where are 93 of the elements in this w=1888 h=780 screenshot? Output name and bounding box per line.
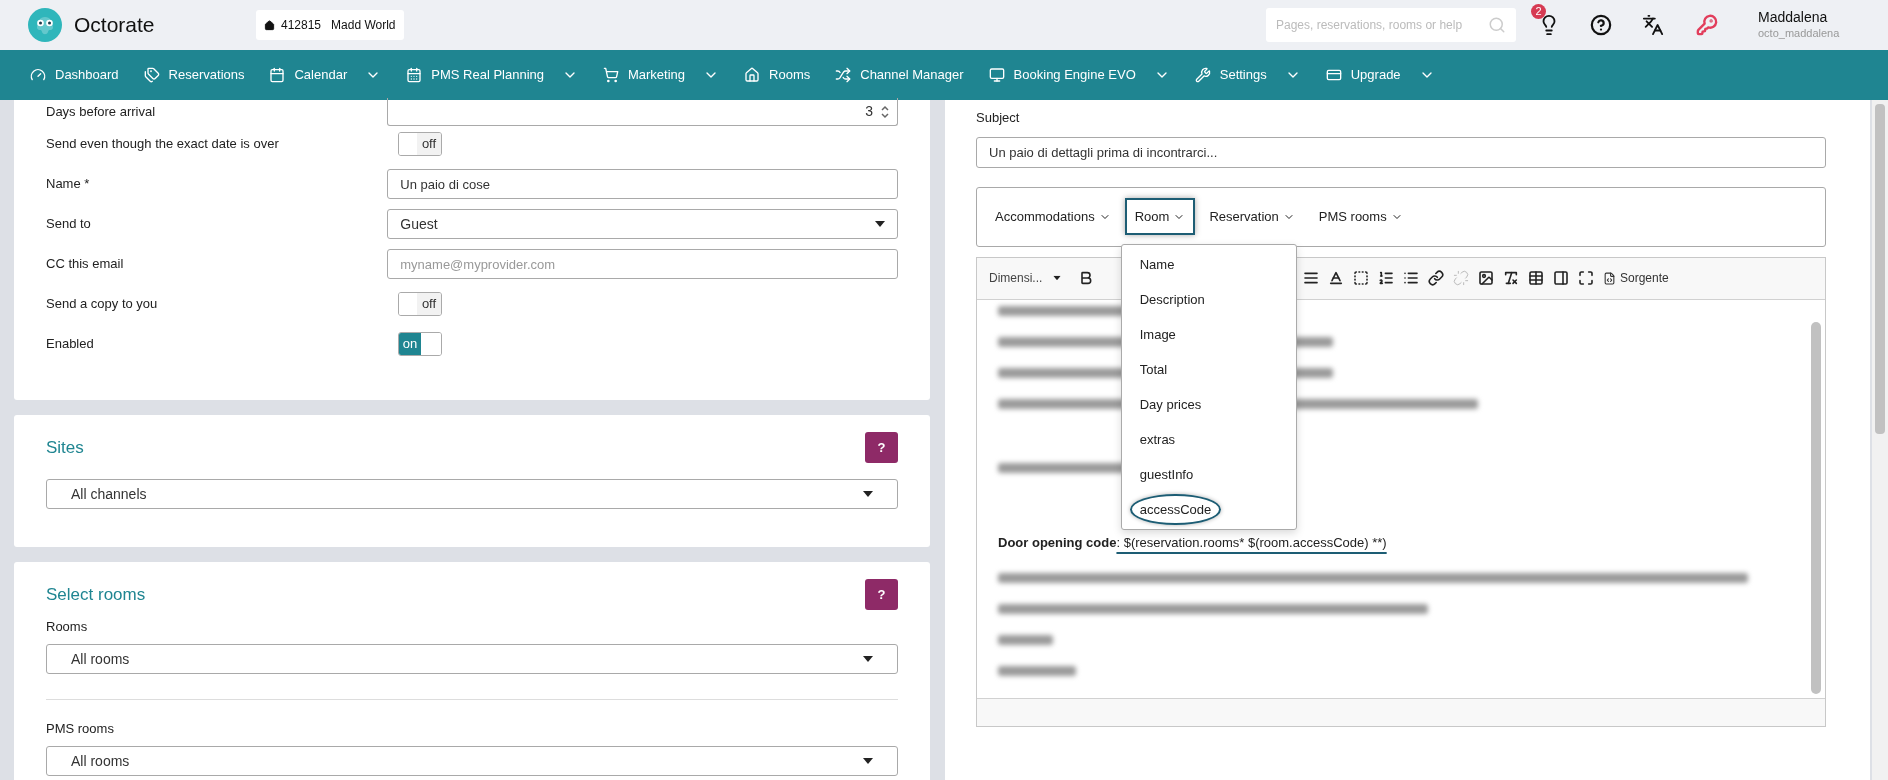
page-scrollbar[interactable] [1872,100,1888,780]
user-name[interactable]: Maddalena [1758,9,1868,27]
help-icon[interactable] [1590,14,1612,36]
gauge-icon [30,67,46,83]
subject-field[interactable]: Un paio di dettagli prima di incontrarci... [976,136,1826,168]
field-label: Enabled [46,335,95,354]
notification-badge: 2 [1531,4,1546,19]
numbered-list-icon[interactable] [1378,270,1394,286]
variable-dropdown[interactable]: Reservation [1199,198,1305,235]
menu-item[interactable]: Total [1129,353,1178,386]
cart-icon [603,67,619,83]
search-field[interactable]: Pages, reservations, rooms or help [1266,8,1516,42]
clear-format-icon[interactable] [1503,270,1519,286]
number-field[interactable]: 3 [387,98,898,126]
placeholder-line: Door opening code: $(reservation.rooms* $(room.accessCode) **) [998,533,1387,552]
nav-link[interactable]: Channel Manager [835,65,964,85]
align-justify-icon[interactable] [1303,270,1319,286]
caret-icon [1053,275,1062,281]
nav-link[interactable]: PMS Real Planning [406,65,544,85]
bold-icon[interactable] [1078,270,1094,286]
nav-link[interactable]: Settings [1194,65,1267,85]
select-field[interactable]: All channels [46,479,898,509]
toggle-switch[interactable]: off [398,132,442,156]
text-field[interactable]: myname@myprovider.com [387,249,898,279]
toggle-switch[interactable]: on [398,332,442,356]
octopus-logo [28,8,62,42]
caret-icon [863,491,873,497]
field-label: Rooms [46,619,88,634]
menu-item[interactable]: Description [1129,283,1215,316]
help-button[interactable]: ? [865,579,898,610]
menu-item[interactable]: Name [1129,248,1185,281]
section-title: Sites [46,436,84,459]
maximize-icon[interactable] [1578,270,1594,286]
field-label: Name * [46,175,91,194]
scrollbar[interactable] [1811,321,1821,694]
field-label: Days before arrival [46,103,157,122]
card-icon [1325,67,1342,83]
shuffle-icon [835,67,852,83]
tags-icon [143,67,160,83]
text-color-icon[interactable] [1328,270,1344,286]
field-label: PMS rooms [46,721,114,736]
caret-icon [863,758,873,764]
select-field[interactable]: Guest [387,209,898,239]
code-file-icon [1603,271,1616,285]
toggle-switch[interactable]: off [398,292,442,316]
user-handle: octo_maddalena [1758,26,1841,41]
background-color-icon[interactable] [1353,270,1369,286]
nav-link[interactable]: Dashboard [30,65,119,85]
menu-item[interactable]: Image [1129,318,1186,351]
variable-dropdown[interactable]: Room [1124,198,1196,235]
field-label: Send a copy to you [46,295,159,314]
nav-link[interactable]: Rooms [744,65,811,85]
text-field[interactable]: Un paio di cose [387,169,898,199]
blurred-text [998,635,1053,645]
select-field[interactable]: All rooms [46,644,898,674]
nav-link[interactable]: Upgrade [1325,65,1401,85]
bullet-list-icon[interactable] [1403,270,1419,286]
image-icon[interactable] [1478,270,1494,286]
key-icon[interactable] [1696,14,1718,36]
variable-dropdown[interactable]: PMS rooms [1308,198,1413,235]
translate-icon[interactable] [1642,14,1664,36]
caret-icon [863,656,873,662]
property-chip[interactable]: 412815 Madd World [256,10,404,40]
menu-item[interactable]: Day prices [1129,388,1212,421]
nav-link[interactable]: Marketing [603,65,686,85]
field-label: Send even though the exact date is over [46,135,280,154]
wrench-icon [1194,67,1211,83]
section-title: Select rooms [46,583,146,606]
nav-link[interactable]: Reservations [143,65,245,85]
source-button[interactable]: Sorgente [1603,269,1669,287]
link-icon[interactable] [1428,270,1444,286]
variable-dropdown[interactable]: Accommodations [985,198,1121,235]
caret-icon [875,221,885,227]
format-dropdown[interactable]: Dimensi... [989,269,1069,287]
calendar-icon [269,67,286,83]
menu-item[interactable]: extras [1129,423,1186,456]
panel-icon[interactable] [1553,270,1569,286]
home-icon [744,67,761,83]
help-button[interactable]: ? [865,432,898,463]
nav-link[interactable]: Booking Engine EVO [988,65,1136,85]
calendar-icon [406,67,423,83]
menu-item[interactable]: guestInfo [1129,458,1204,491]
select-field[interactable]: All rooms [46,746,898,776]
field-label: Send to [46,215,92,234]
home-icon [264,19,275,31]
table-icon[interactable] [1528,270,1544,286]
spinner-icon[interactable] [881,104,889,119]
field-label: Subject [976,109,1021,127]
field-label: CC this email [46,255,125,274]
app-name: Octorate [74,12,156,39]
monitor-icon [988,67,1005,83]
nav-link[interactable]: Calendar [269,65,348,85]
menu-item[interactable]: accessCode [1129,493,1222,526]
